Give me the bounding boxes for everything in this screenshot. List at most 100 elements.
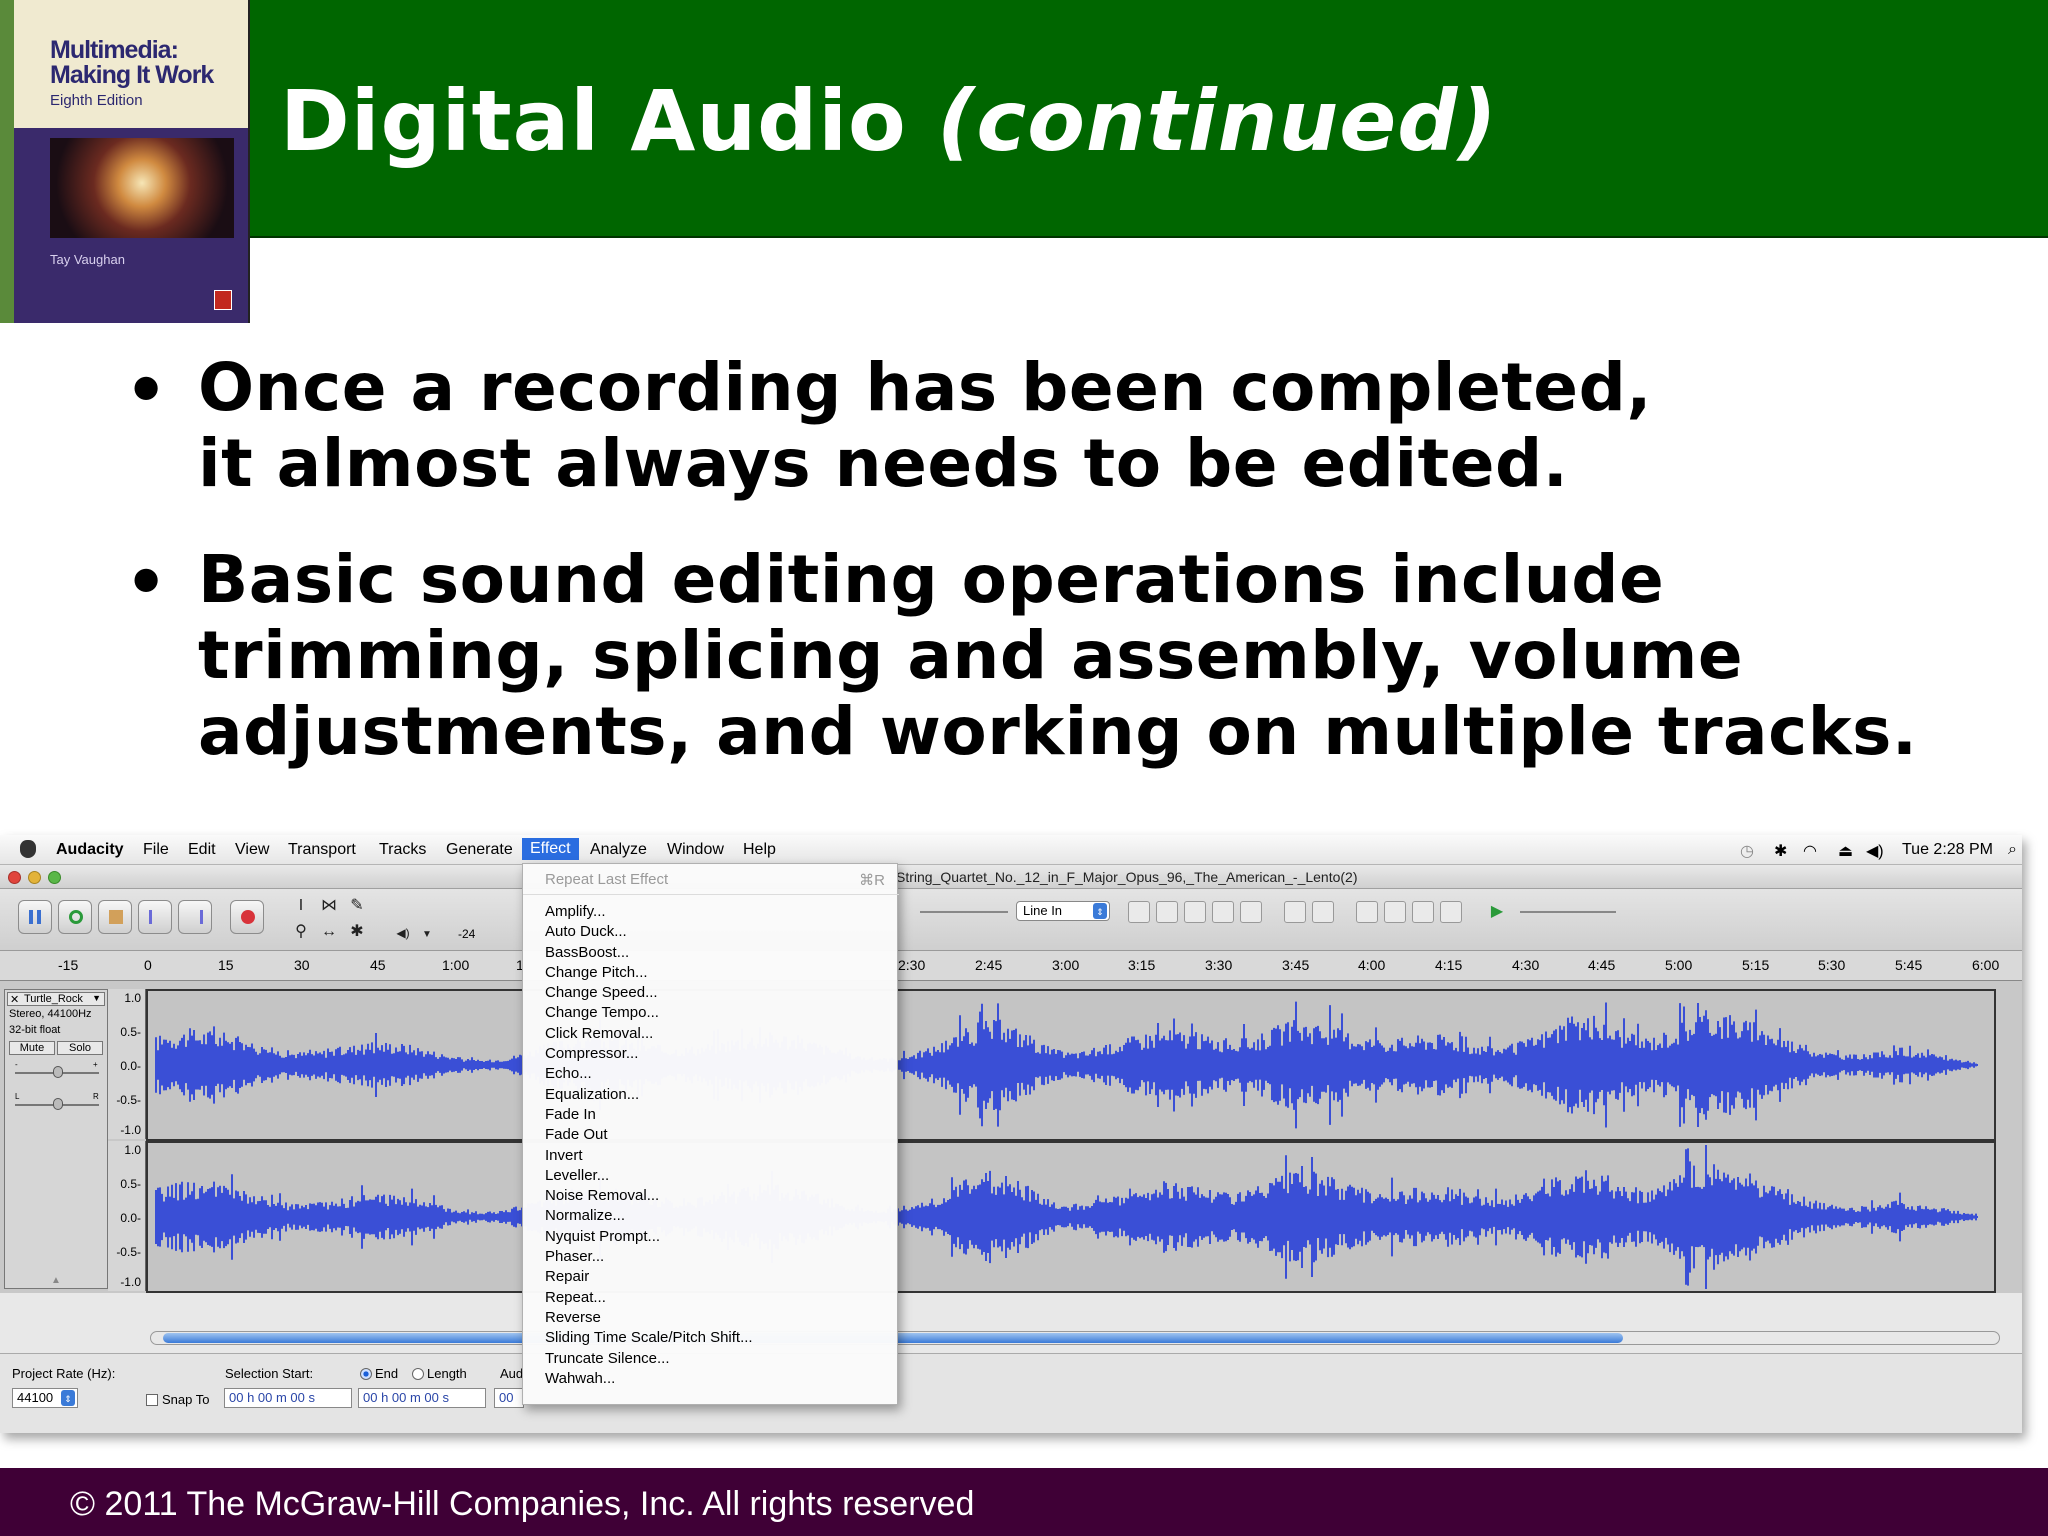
time-machine-icon[interactable]: ◷	[1740, 841, 1754, 861]
effect-menu-item[interactable]: Reverse	[545, 1308, 753, 1328]
length-radio-button[interactable]	[412, 1368, 424, 1380]
volume-icon[interactable]: ◀)	[1866, 841, 1884, 861]
input-source-select[interactable]: Line In ⇕	[1016, 901, 1110, 921]
snap-to-checkbox[interactable]: Snap To	[146, 1392, 209, 1407]
menubar-clock[interactable]: Tue 2:28 PM	[1902, 841, 1993, 859]
effect-menu-item[interactable]: Repeat...	[545, 1288, 753, 1308]
effect-menu-item[interactable]: Invert	[545, 1146, 753, 1166]
apple-icon[interactable]	[20, 840, 36, 858]
menu-effect[interactable]: Effect	[522, 838, 579, 860]
meter-dropdown-icon[interactable]: ▼	[416, 924, 438, 946]
effect-menu-item[interactable]: Normalize...	[545, 1206, 753, 1226]
redo-icon[interactable]	[1312, 901, 1334, 923]
menu-edit[interactable]: Edit	[188, 841, 216, 859]
menu-tracks[interactable]: Tracks	[379, 841, 426, 859]
close-window-icon[interactable]	[8, 871, 21, 884]
fit-selection-icon[interactable]	[1412, 901, 1434, 923]
copy-icon[interactable]	[1156, 901, 1178, 923]
spotlight-search-icon[interactable]: ⌕	[2008, 841, 2017, 859]
horizontal-scrollbar[interactable]	[150, 1331, 2000, 1345]
silence-icon[interactable]	[1240, 901, 1262, 923]
effect-menu-item[interactable]: Auto Duck...	[545, 922, 753, 942]
pan-slider-thumb[interactable]	[53, 1098, 63, 1110]
stop-button[interactable]	[98, 900, 132, 934]
paste-icon[interactable]	[1184, 901, 1206, 923]
menu-file[interactable]: File	[143, 841, 169, 859]
effect-menu-item[interactable]: Equalization...	[545, 1085, 753, 1105]
collapse-track-icon[interactable]: ▲	[51, 1275, 61, 1286]
play-at-speed-icon[interactable]: ▶	[1486, 901, 1508, 923]
effect-menu-item[interactable]: Compressor...	[545, 1044, 753, 1064]
audio-position-field[interactable]: 00	[494, 1388, 524, 1408]
effect-menu-item[interactable]: Amplify...	[545, 902, 753, 922]
multi-tool-icon[interactable]: ✱	[346, 921, 368, 943]
end-radio-button[interactable]	[360, 1368, 372, 1380]
length-radio[interactable]: Length	[412, 1366, 467, 1381]
zoom-in-icon[interactable]	[1356, 901, 1378, 923]
skip-to-end-button[interactable]	[178, 900, 212, 934]
gain-slider-thumb[interactable]	[53, 1066, 63, 1078]
mac-menubar: Audacity File Edit View Transport Tracks…	[0, 835, 2022, 865]
effect-menu-item[interactable]: Change Tempo...	[545, 1003, 753, 1023]
bluetooth-icon[interactable]: ✱	[1774, 841, 1787, 861]
envelope-tool-icon[interactable]: ⋈	[318, 895, 340, 917]
zoom-tool-icon[interactable]: ⚲	[290, 921, 312, 943]
effect-menu-item[interactable]: Fade Out	[545, 1125, 753, 1145]
menu-window[interactable]: Window	[667, 841, 724, 859]
effect-menu-item[interactable]: Truncate Silence...	[545, 1349, 753, 1369]
timeshift-tool-icon[interactable]: ↔	[318, 921, 340, 943]
track-menu-dropdown-icon[interactable]: ▼	[92, 993, 101, 1003]
menu-generate[interactable]: Generate	[446, 841, 513, 859]
trim-icon[interactable]	[1212, 901, 1234, 923]
selection-tool-icon[interactable]: I	[290, 895, 312, 917]
effect-menu-item[interactable]: Wahwah...	[545, 1369, 753, 1389]
menu-app-name[interactable]: Audacity	[56, 841, 124, 859]
zoom-out-icon[interactable]	[1384, 901, 1406, 923]
effect-menu-item[interactable]: Noise Removal...	[545, 1186, 753, 1206]
effect-menu-item[interactable]: Change Speed...	[545, 983, 753, 1003]
menu-view[interactable]: View	[235, 841, 269, 859]
repeat-last-effect-item[interactable]: Repeat Last Effect	[545, 871, 668, 888]
effect-menu-item[interactable]: Fade In	[545, 1105, 753, 1125]
track-close-icon[interactable]: ✕	[10, 993, 19, 1006]
waveform-left-channel[interactable]	[146, 989, 1996, 1141]
timeline-ruler[interactable]: -15 0 15 30 45 1:00 1 2:30 2:45 3:00 3:15 3:30 3:45 4…	[0, 951, 2022, 981]
mute-button[interactable]: Mute	[9, 1041, 55, 1055]
effect-menu-item[interactable]: Click Removal...	[545, 1024, 753, 1044]
menu-analyze[interactable]: Analyze	[590, 841, 647, 859]
play-button[interactable]	[58, 900, 92, 934]
record-button[interactable]	[230, 900, 264, 934]
pause-button[interactable]	[18, 900, 52, 934]
effect-menu-item[interactable]: BassBoost...	[545, 943, 753, 963]
effect-menu-item[interactable]: Phaser...	[545, 1247, 753, 1267]
input-volume-slider[interactable]	[920, 911, 1008, 913]
end-radio[interactable]: End	[360, 1366, 398, 1381]
effect-menu-item[interactable]: Echo...	[545, 1064, 753, 1084]
selection-start-field[interactable]: 00 h 00 m 00 s	[224, 1388, 352, 1408]
menu-transport[interactable]: Transport	[288, 841, 356, 859]
cut-icon[interactable]	[1128, 901, 1150, 923]
effect-menu-item[interactable]: Leveller...	[545, 1166, 753, 1186]
snap-to-box[interactable]	[146, 1394, 158, 1406]
waveform-right-channel[interactable]	[146, 1141, 1996, 1293]
solo-button[interactable]: Solo	[57, 1041, 103, 1055]
minimize-window-icon[interactable]	[28, 871, 41, 884]
draw-tool-icon[interactable]: ✎	[346, 895, 368, 917]
skip-to-start-button[interactable]	[138, 900, 172, 934]
effect-menu-item[interactable]: Repair	[545, 1267, 753, 1287]
wifi-icon[interactable]: ◠	[1803, 841, 1817, 861]
project-rate-select[interactable]: 44100 ⇕	[12, 1388, 78, 1408]
effect-menu-item[interactable]: Change Pitch...	[545, 963, 753, 983]
track-menu[interactable]: ✕ Turtle_Rock ▼	[7, 992, 105, 1006]
zoom-window-icon[interactable]	[48, 871, 61, 884]
undo-icon[interactable]	[1284, 901, 1306, 923]
eject-icon[interactable]: ⏏	[1838, 841, 1853, 861]
playback-speed-slider[interactable]	[1520, 911, 1616, 913]
slide-title: Digital Audio (continued)	[280, 72, 1498, 170]
effect-menu-item[interactable]: Sliding Time Scale/Pitch Shift...	[545, 1328, 753, 1348]
selection-end-field[interactable]: 00 h 00 m 00 s	[358, 1388, 486, 1408]
track-name[interactable]: Turtle_Rock	[24, 993, 83, 1005]
menu-help[interactable]: Help	[743, 841, 776, 859]
fit-project-icon[interactable]	[1440, 901, 1462, 923]
effect-menu-item[interactable]: Nyquist Prompt...	[545, 1227, 753, 1247]
